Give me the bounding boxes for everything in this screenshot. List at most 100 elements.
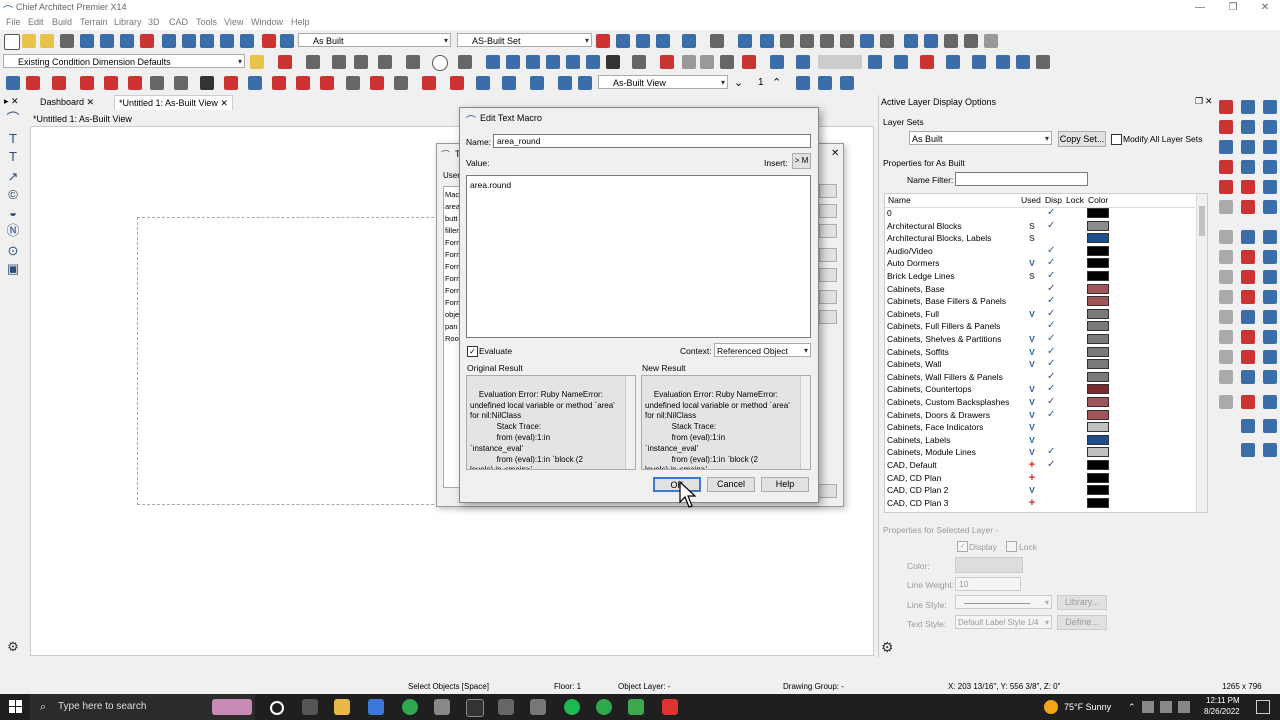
tool-2x-icon[interactable]	[920, 55, 934, 69]
bg-button[interactable]	[819, 290, 837, 304]
tool-3b-icon[interactable]	[80, 76, 94, 90]
rt-tool-icon[interactable]	[1263, 395, 1277, 409]
tool-3x-icon[interactable]	[818, 76, 832, 90]
redo-icon[interactable]	[120, 34, 134, 48]
bg-button[interactable]	[817, 484, 837, 498]
rt-tool-icon[interactable]	[1219, 290, 1233, 304]
close-icon[interactable]: ✕	[831, 148, 839, 159]
tool-2q-icon[interactable]	[720, 55, 734, 69]
tool-2o-icon[interactable]	[682, 55, 696, 69]
tool-t-icon[interactable]	[924, 34, 938, 48]
arrow-icon[interactable]: ↗	[6, 170, 20, 184]
display-check-icon[interactable]: ✓	[1047, 220, 1055, 233]
layer-color-swatch[interactable]	[1087, 371, 1109, 382]
rt-tool-icon[interactable]	[1263, 419, 1277, 433]
tool-m-icon[interactable]	[780, 34, 794, 48]
tool-r-icon[interactable]	[880, 34, 894, 48]
table-row[interactable]: Cabinets, Base Fillers & Panels ✓	[885, 295, 1195, 308]
col-lock[interactable]: Lock	[1066, 194, 1084, 207]
tool-s-icon[interactable]	[904, 34, 918, 48]
rt-tool-icon[interactable]	[1219, 395, 1233, 409]
rt-tool-icon[interactable]	[1241, 180, 1255, 194]
menu-view[interactable]: View	[224, 17, 243, 27]
tool-3f-icon[interactable]	[174, 76, 188, 90]
table-row[interactable]: Cabinets, Countertops V ✓	[885, 383, 1195, 396]
rt-tool-icon[interactable]	[1263, 290, 1277, 304]
rt-tool-icon[interactable]	[1263, 120, 1277, 134]
tool-3n-icon[interactable]	[370, 76, 384, 90]
tool-3w-icon[interactable]	[796, 76, 810, 90]
menu-window[interactable]: Window	[251, 17, 283, 27]
app-icon-3[interactable]	[466, 699, 484, 717]
library-button[interactable]: Library...	[1057, 595, 1107, 610]
layer-color-swatch[interactable]	[1087, 283, 1109, 294]
tool-2s-icon[interactable]	[770, 55, 784, 69]
display-check-icon[interactable]: ✓	[1047, 358, 1055, 371]
new-file-icon[interactable]	[4, 34, 20, 50]
tool-b-icon[interactable]	[182, 34, 196, 48]
tab-dashboard[interactable]: Dashboard ✕	[36, 95, 99, 109]
app-icon-2[interactable]	[434, 699, 450, 715]
col-disp[interactable]: Disp	[1045, 194, 1062, 207]
name-input[interactable]: area_round	[493, 134, 811, 148]
tool-j-icon[interactable]	[710, 34, 724, 48]
clock-date[interactable]: 8/26/2022	[1204, 707, 1240, 716]
tool-2n-icon[interactable]	[660, 55, 674, 69]
tool-3y-icon[interactable]	[840, 76, 854, 90]
tab-as-built-view[interactable]: *Untitled 1: As-Built View ✕	[114, 95, 233, 110]
clock-time[interactable]: 12:11 PM	[1206, 696, 1240, 705]
minimize-icon[interactable]: —	[1185, 0, 1215, 15]
tool-3t-icon[interactable]	[530, 76, 544, 90]
layer-color-swatch[interactable]	[1087, 397, 1109, 407]
tool-g-icon[interactable]	[596, 34, 610, 48]
rt-tool-icon[interactable]	[1219, 140, 1233, 154]
evaluate-checkbox[interactable]: ✓	[467, 346, 478, 357]
tool-2ab-icon[interactable]	[1016, 55, 1030, 69]
tool-2b-icon[interactable]	[306, 55, 320, 69]
display-check-icon[interactable]: ✓	[1047, 446, 1055, 459]
app-icon-4[interactable]	[498, 699, 514, 715]
layer-color-swatch[interactable]	[1087, 321, 1109, 332]
context-dropdown[interactable]: Referenced Object ▾	[714, 343, 811, 357]
layer-color-swatch[interactable]	[1087, 308, 1109, 319]
menu-cad[interactable]: CAD	[169, 17, 188, 27]
app-icon-1[interactable]	[368, 699, 384, 715]
tool-i-icon[interactable]	[636, 34, 650, 48]
tool-3j-icon[interactable]	[272, 76, 286, 90]
tool-3i-icon[interactable]	[248, 76, 262, 90]
rt-tool-icon[interactable]	[1241, 160, 1255, 174]
display-check-icon[interactable]: ✓	[1047, 346, 1055, 359]
copyright-icon[interactable]: ©	[6, 188, 20, 202]
notifications-icon[interactable]	[1256, 700, 1270, 714]
task-view-icon[interactable]	[302, 699, 318, 715]
tool-2l-icon[interactable]	[606, 55, 620, 69]
rt-tool-icon[interactable]	[1219, 120, 1233, 134]
col-used[interactable]: Used	[1021, 194, 1041, 207]
tool-3g-icon[interactable]	[200, 76, 214, 90]
tool-3r-icon[interactable]	[476, 76, 490, 90]
bg-button[interactable]	[819, 310, 837, 324]
bucket-icon[interactable]: ◒	[6, 206, 20, 220]
rt-tool-icon[interactable]	[1241, 270, 1255, 284]
menu-file[interactable]: File	[6, 17, 21, 27]
open-folder-2-icon[interactable]	[40, 34, 54, 48]
bg-button[interactable]	[819, 204, 837, 218]
table-row[interactable]: Cabinets, Doors & Drawers V ✓	[885, 409, 1195, 422]
menu-tools[interactable]: Tools	[196, 17, 217, 27]
gear-icon[interactable]: ⚙	[881, 639, 894, 656]
tool-2z-icon[interactable]	[972, 55, 986, 69]
chrome-2-icon[interactable]	[596, 699, 612, 715]
layer-color-swatch[interactable]	[1087, 422, 1109, 433]
tool-p-icon[interactable]	[840, 34, 854, 48]
chrome-icon[interactable]	[402, 699, 418, 715]
layer-color-swatch[interactable]	[1087, 384, 1109, 395]
col-color[interactable]: Color	[1088, 194, 1108, 207]
table-row[interactable]: CAD, Default + ✓	[885, 459, 1195, 472]
rt-tool-icon[interactable]	[1241, 395, 1255, 409]
text-tool-icon[interactable]	[278, 55, 292, 69]
display-check-icon[interactable]: ✓	[1047, 270, 1055, 283]
rt-tool-icon[interactable]	[1263, 100, 1277, 114]
display-check-icon[interactable]: ✓	[1047, 320, 1055, 333]
gear-icon[interactable]: ⚙	[6, 640, 20, 654]
tool-n-icon[interactable]	[800, 34, 814, 48]
